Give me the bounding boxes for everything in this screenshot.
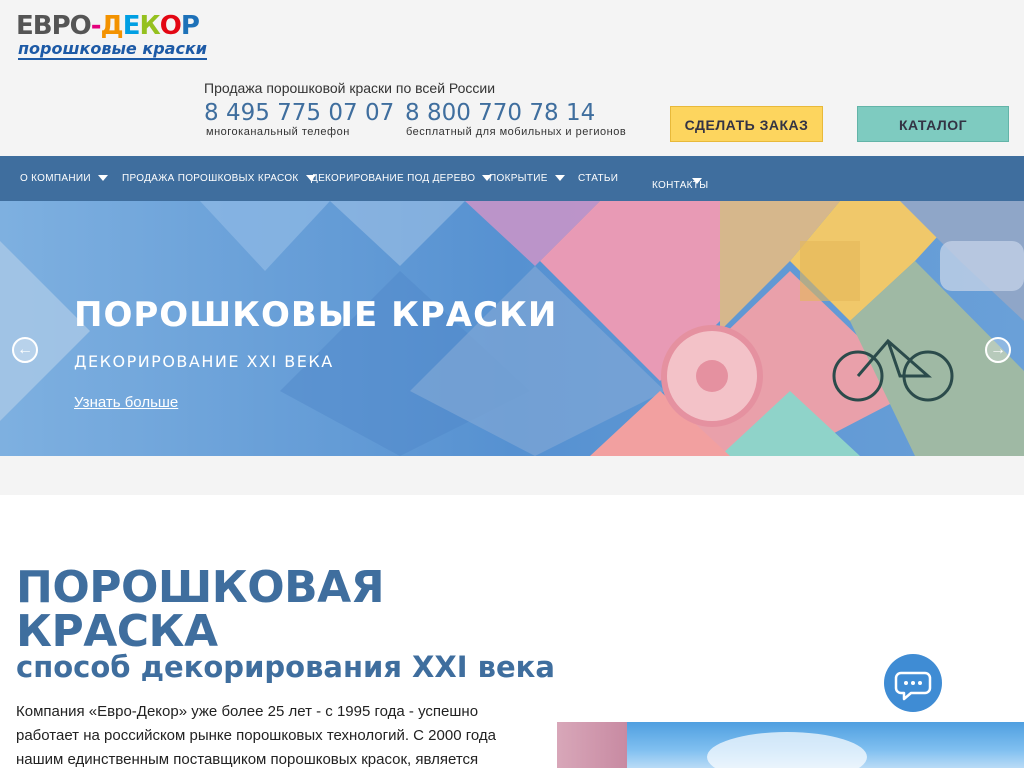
logo-wordmark: ЕВРО-ДЕКОР <box>16 11 200 41</box>
slide-subtitle: ДЕКОРИРОВАНИЕ XXI ВЕКА <box>74 352 334 371</box>
main-nav: О КОМПАНИИ ПРОДАЖА ПОРОШКОВЫХ КРАСОК ДЕК… <box>0 156 1024 201</box>
nav-item-wood-decor[interactable]: ДЕКОРИРОВАНИЕ ПОД ДЕРЕВО <box>311 156 493 201</box>
catalog-button[interactable]: КАТАЛОГ <box>857 106 1009 142</box>
slide-title: ПОРОШКОВЫЕ КРАСКИ <box>74 295 558 335</box>
phone-main[interactable]: 8 495 775 07 07 <box>204 100 394 126</box>
intro-paragraph: Компания «Евро-Декор» уже более 25 лет -… <box>16 703 496 768</box>
nav-item-articles[interactable]: СТАТЬИ <box>578 156 618 201</box>
make-order-button[interactable]: СДЕЛАТЬ ЗАКАЗ <box>670 106 823 142</box>
section-divider <box>0 456 1024 495</box>
phone-free-note: бесплатный для мобильных и регионов <box>406 126 627 138</box>
logo[interactable]: ЕВРО-ДЕКОР порошковые краски <box>16 12 216 60</box>
chevron-down-icon <box>692 178 702 184</box>
logo-tagline: порошковые краски <box>18 39 208 60</box>
slider-next-button[interactable]: → <box>985 337 1011 363</box>
arrow-left-icon: ← <box>17 341 33 358</box>
phone-main-note: многоканальный телефон <box>206 126 350 138</box>
chat-icon <box>894 671 932 701</box>
arrow-right-icon: → <box>990 341 1006 358</box>
chevron-down-icon <box>554 175 565 182</box>
chevron-down-icon <box>97 175 108 182</box>
sales-line: Продажа порошковой краски по всей России <box>204 80 496 96</box>
learn-more-link[interactable]: Узнать больше <box>74 394 178 411</box>
page-title: ПОРОШКОВАЯ КРАСКА <box>16 562 385 657</box>
header: ЕВРО-ДЕКОР порошковые краски Продажа пор… <box>0 0 1024 156</box>
building-photo <box>557 722 1024 768</box>
chat-button[interactable] <box>884 654 942 712</box>
slider-prev-button[interactable]: ← <box>12 337 38 363</box>
page-subtitle: способ декорирования XXI века <box>16 650 555 684</box>
nav-item-sales[interactable]: ПРОДАЖА ПОРОШКОВЫХ КРАСОК <box>122 156 316 201</box>
phone-free[interactable]: 8 800 770 78 14 <box>405 100 595 126</box>
nav-item-about[interactable]: О КОМПАНИИ <box>20 156 108 201</box>
nav-item-coating[interactable]: ПОКРЫТИЕ <box>489 156 565 201</box>
